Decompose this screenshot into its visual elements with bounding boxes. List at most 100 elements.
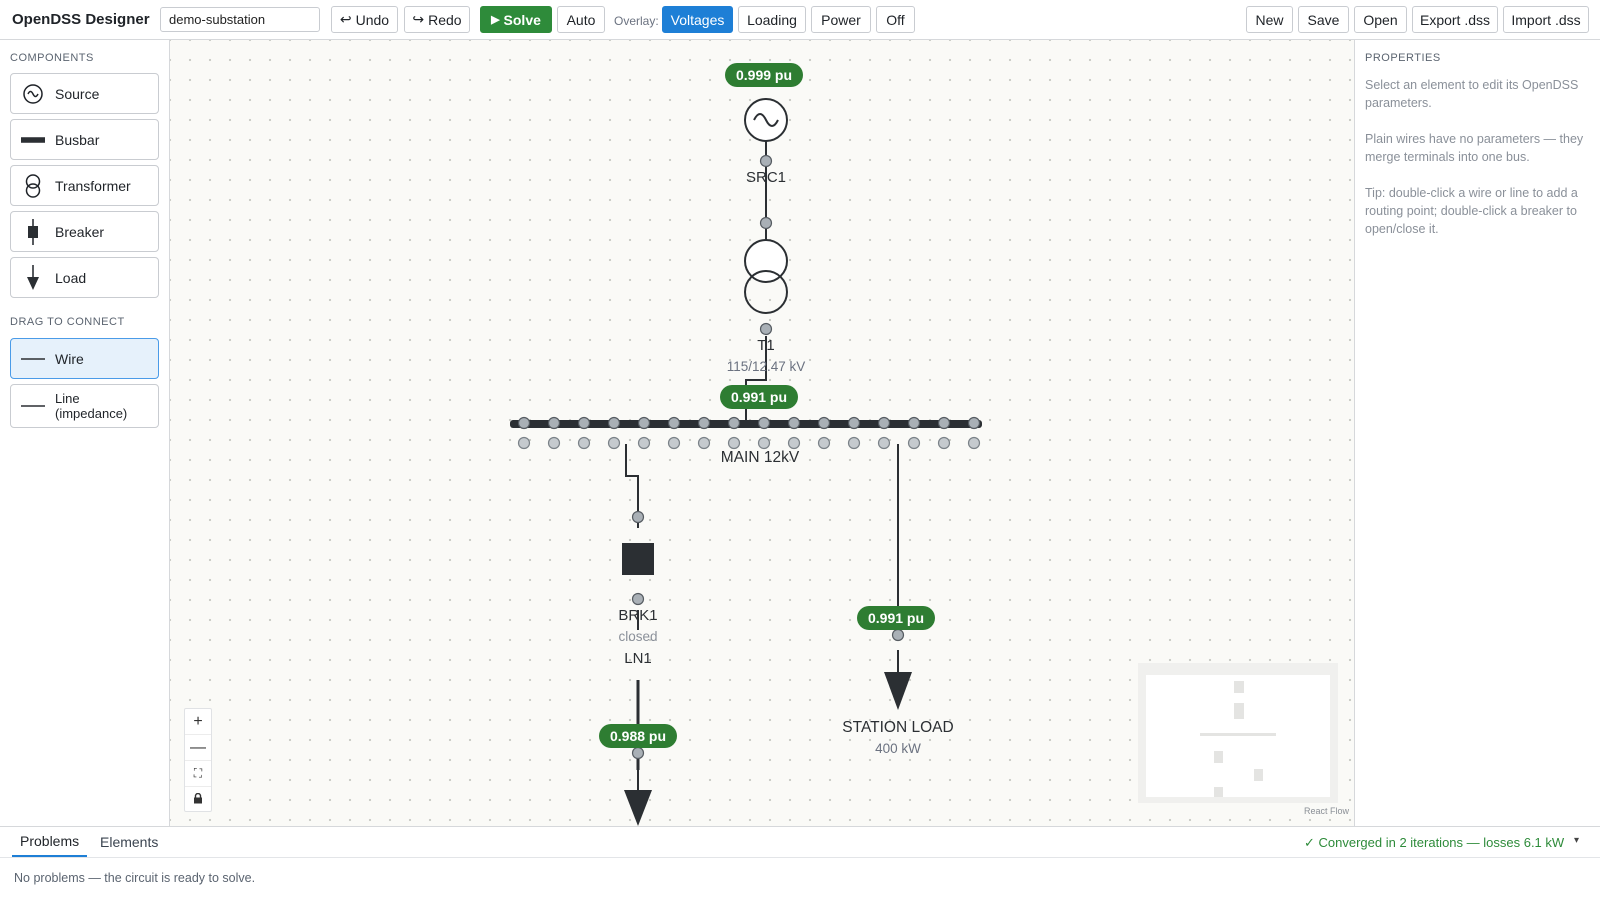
bus-terminal-top[interactable] — [907, 416, 921, 430]
load-ln1-end[interactable] — [624, 790, 652, 826]
palette-item-line[interactable]: Line (impedance) — [10, 384, 159, 428]
properties-panel: PROPERTIES Select an element to edit its… — [1354, 40, 1600, 826]
react-flow-attribution[interactable]: React Flow — [1304, 806, 1349, 816]
bus-terminal-bottom[interactable] — [967, 436, 981, 450]
minus-icon: — — [190, 738, 206, 756]
bus-terminal-top[interactable] — [847, 416, 861, 430]
play-icon: ▶ — [491, 14, 500, 26]
tab-problems[interactable]: Problems — [12, 827, 88, 857]
palette-item-wire[interactable]: Wire — [10, 338, 159, 379]
tab-elements[interactable]: Elements — [92, 827, 166, 857]
bus-terminal-top[interactable] — [967, 416, 981, 430]
bus-terminal-top[interactable] — [787, 416, 801, 430]
zoom-in-button[interactable]: + — [185, 709, 211, 735]
palette-item-load[interactable]: Load — [10, 257, 159, 298]
connect-section-title: DRAG TO CONNECT — [10, 316, 125, 328]
terminal-t1-lv[interactable] — [759, 322, 773, 336]
bus-terminal-top[interactable] — [697, 416, 711, 430]
overlay-off-button[interactable]: Off — [876, 6, 915, 33]
properties-hint-tip: Tip: double-click a wire or line to add … — [1365, 186, 1578, 236]
collapse-panel-icon[interactable]: ▾ — [1574, 835, 1579, 846]
palette-item-source[interactable]: Source — [10, 73, 159, 114]
label-station-load: STATION LOAD — [842, 719, 953, 736]
source-icon — [21, 82, 45, 106]
bus-terminal-bottom[interactable] — [697, 436, 711, 450]
bus-terminal-bottom[interactable] — [517, 436, 531, 450]
bus-terminal-top[interactable] — [517, 416, 531, 430]
overlay-voltages-button[interactable]: Voltages — [662, 6, 733, 33]
bus-terminal-bottom[interactable] — [787, 436, 801, 450]
load-station[interactable] — [884, 672, 912, 710]
bus-terminal-bottom[interactable] — [727, 436, 741, 450]
export-dss-button[interactable]: Export .dss — [1412, 6, 1498, 33]
breaker-icon — [21, 218, 45, 245]
problems-message: No problems — the circuit is ready to so… — [14, 871, 256, 885]
bus-terminal-top[interactable] — [667, 416, 681, 430]
badge-src1-voltage: 0.999 pu — [725, 63, 803, 87]
fit-view-icon: ⛶ — [193, 766, 203, 780]
bus-terminal-top[interactable] — [877, 416, 891, 430]
diagram-canvas[interactable]: 0.999 pu 0.991 pu 0.991 pu 0.988 pu SRC1… — [170, 40, 1354, 826]
badge-ln1-voltage: 0.988 pu — [599, 724, 677, 748]
line-icon — [21, 394, 45, 418]
import-dss-button[interactable]: Import .dss — [1503, 6, 1589, 33]
terminal-station-load[interactable] — [891, 628, 905, 642]
terminal-brk1-out[interactable] — [631, 592, 645, 606]
bus-terminal-bottom[interactable] — [667, 436, 681, 450]
bus-terminal-bottom[interactable] — [847, 436, 861, 450]
undo-button[interactable]: ↩ Undo — [331, 6, 398, 33]
bus-terminal-bottom[interactable] — [637, 436, 651, 450]
terminal-ln1-out[interactable] — [631, 746, 645, 760]
bus-terminal-bottom[interactable] — [757, 436, 771, 450]
bus-terminal-top[interactable] — [637, 416, 651, 430]
zoom-out-button[interactable]: — — [185, 735, 211, 761]
bus-terminal-bottom[interactable] — [577, 436, 591, 450]
bus-terminal-top[interactable] — [937, 416, 951, 430]
badge-src1-voltage-text: 0.999 pu — [736, 67, 792, 83]
label-ln1: LN1 — [624, 650, 652, 667]
label-station-load-power: 400 kW — [875, 741, 921, 756]
app-title: OpenDSS Designer — [12, 11, 150, 28]
bus-terminal-top[interactable] — [577, 416, 591, 430]
bus-terminal-top[interactable] — [607, 416, 621, 430]
new-button[interactable]: New — [1246, 6, 1293, 33]
solve-button[interactable]: ▶ Solve — [480, 6, 552, 33]
bus-terminal-top[interactable] — [547, 416, 561, 430]
bus-terminal-top[interactable] — [757, 416, 771, 430]
busbar-icon — [21, 128, 45, 152]
bus-terminal-bottom[interactable] — [607, 436, 621, 450]
bus-terminal-top[interactable] — [817, 416, 831, 430]
terminal-src1[interactable] — [759, 154, 773, 168]
save-button[interactable]: Save — [1298, 6, 1349, 33]
redo-button[interactable]: ↪ Redo — [404, 6, 470, 33]
project-name-input[interactable] — [160, 7, 320, 32]
bus-terminal-bottom[interactable] — [547, 436, 561, 450]
bus-terminal-top[interactable] — [727, 416, 741, 430]
terminal-t1-hv[interactable] — [759, 216, 773, 230]
lock-icon — [193, 791, 203, 809]
terminal-brk1-in[interactable] — [631, 510, 645, 524]
label-brk1-state: closed — [618, 629, 657, 644]
load-icon — [21, 264, 45, 290]
lock-button[interactable] — [185, 787, 211, 813]
palette-item-transformer[interactable]: Transformer — [10, 165, 159, 206]
breaker-brk1[interactable] — [622, 543, 654, 575]
fit-view-button[interactable]: ⛶ — [185, 761, 211, 787]
bus-terminal-bottom[interactable] — [877, 436, 891, 450]
source-src1[interactable] — [744, 98, 788, 142]
palette-item-busbar[interactable]: Busbar — [10, 119, 159, 160]
bus-terminal-bottom[interactable] — [907, 436, 921, 450]
label-src1: SRC1 — [746, 169, 786, 186]
open-button[interactable]: Open — [1354, 6, 1407, 33]
transformer-t1[interactable] — [744, 239, 788, 314]
overlay-power-button[interactable]: Power — [811, 6, 871, 33]
bus-terminal-bottom[interactable] — [817, 436, 831, 450]
components-section-title: COMPONENTS — [10, 52, 94, 64]
auto-button[interactable]: Auto — [557, 6, 605, 33]
palette-item-breaker[interactable]: Breaker — [10, 211, 159, 252]
overlay-label: Overlay: — [614, 14, 659, 28]
overlay-loading-button[interactable]: Loading — [738, 6, 806, 33]
minimap[interactable] — [1138, 663, 1338, 803]
undo-icon: ↩ — [339, 11, 352, 27]
bus-terminal-bottom[interactable] — [937, 436, 951, 450]
